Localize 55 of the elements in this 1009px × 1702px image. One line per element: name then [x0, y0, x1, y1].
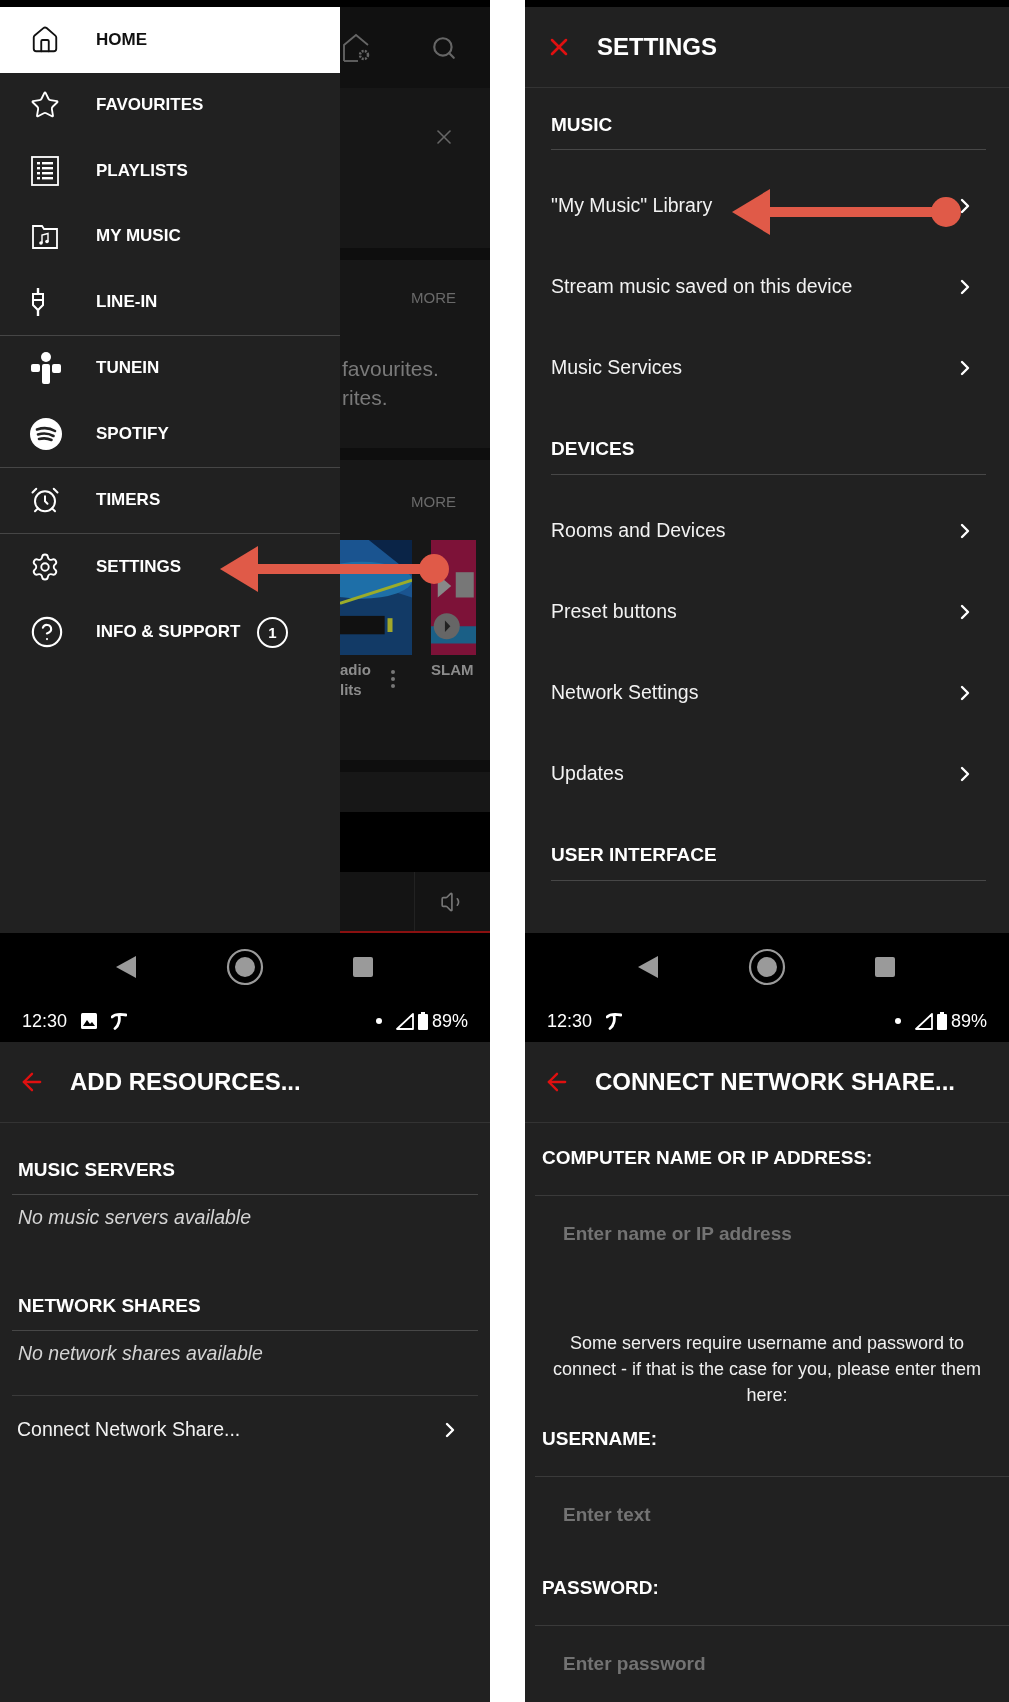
station-caption: adio [340, 660, 371, 680]
menu-item-label: SPOTIFY [96, 423, 170, 444]
clock-time: 12:30 [547, 1010, 593, 1032]
menu-item-label: INFO & SUPPORT [96, 622, 242, 643]
station-caption: lits [340, 680, 363, 700]
menu-item[interactable]: TIMERS [0, 467, 340, 533]
settings-row[interactable]: "My Music" Library [525, 165, 1009, 246]
menu-item[interactable]: SPOTIFY [0, 401, 340, 467]
screen-title: ADD RESOURCES... [70, 1068, 301, 1096]
menu-item[interactable]: HOME [0, 7, 340, 73]
menu-item[interactable]: LINE-IN [0, 269, 340, 335]
menu-item-label: TUNEIN [96, 358, 161, 379]
menu-item[interactable]: INFO & SUPPORT 1 [0, 599, 340, 665]
settings-row[interactable]: Music Services [525, 327, 1009, 408]
input-field[interactable]: Enter password [525, 1626, 1009, 1702]
station-caption: SLAM [431, 660, 474, 680]
menu-item-label: LINE-IN [96, 291, 159, 312]
field-label: PASSWORD: [542, 1576, 660, 1600]
screen-title: CONNECT NETWORK SHARE... [595, 1068, 955, 1096]
settings-row[interactable]: Network Settings [525, 652, 1009, 733]
help-text: Some servers require username and password to connect - if that is the case for you, please enter them here: [551, 1332, 983, 1404]
menu-item[interactable]: FAVOURITES [0, 72, 340, 138]
notification-count: 1 [257, 616, 288, 648]
input-field[interactable]: Enter text [525, 1477, 1009, 1553]
section-heading: MUSIC [551, 113, 614, 137]
field-label: COMPUTER NAME OR IP ADDRESS: [542, 1146, 874, 1170]
message-text: rites. [341, 385, 389, 411]
menu-item[interactable]: MY MUSIC [0, 203, 340, 269]
empty-message: No music servers available [17, 1205, 252, 1230]
section-heading: DEVICES [551, 437, 636, 461]
battery-percentage: 89% [950, 1010, 987, 1032]
settings-row[interactable]: Updates [525, 733, 1009, 814]
screen-title: SETTINGS [597, 33, 717, 61]
settings-row[interactable]: Rooms and Devices [525, 490, 1009, 571]
battery-percentage: 89% [431, 1010, 468, 1032]
settings-row[interactable]: Stream music saved on this device [525, 246, 1009, 327]
menu-item-label: TIMERS [96, 490, 162, 511]
menu-item-label: SETTINGS [96, 556, 182, 577]
empty-message: No network shares available [17, 1341, 264, 1366]
menu-item-label: PLAYLISTS [96, 160, 189, 181]
section-heading: MUSIC SERVERS [18, 1158, 176, 1182]
settings-row[interactable]: Preset buttons [525, 571, 1009, 652]
message-text: favourites. [341, 356, 440, 382]
menu-item[interactable]: TUNEIN [0, 335, 340, 401]
clock-time: 12:30 [22, 1010, 68, 1032]
menu-item[interactable]: SETTINGS [0, 534, 340, 600]
menu-item-label: FAVOURITES [96, 95, 205, 116]
input-field[interactable]: Enter name or IP address [525, 1196, 1009, 1272]
menu-item[interactable]: PLAYLISTS [0, 138, 340, 204]
field-label: USERNAME: [542, 1427, 659, 1451]
section-heading: USER INTERFACE [551, 843, 718, 867]
menu-item-label: HOME [96, 29, 148, 50]
section-heading: NETWORK SHARES [18, 1294, 202, 1318]
connect-share-row[interactable]: Connect Network Share... [12, 1395, 478, 1463]
menu-item-label: MY MUSIC [96, 226, 182, 247]
